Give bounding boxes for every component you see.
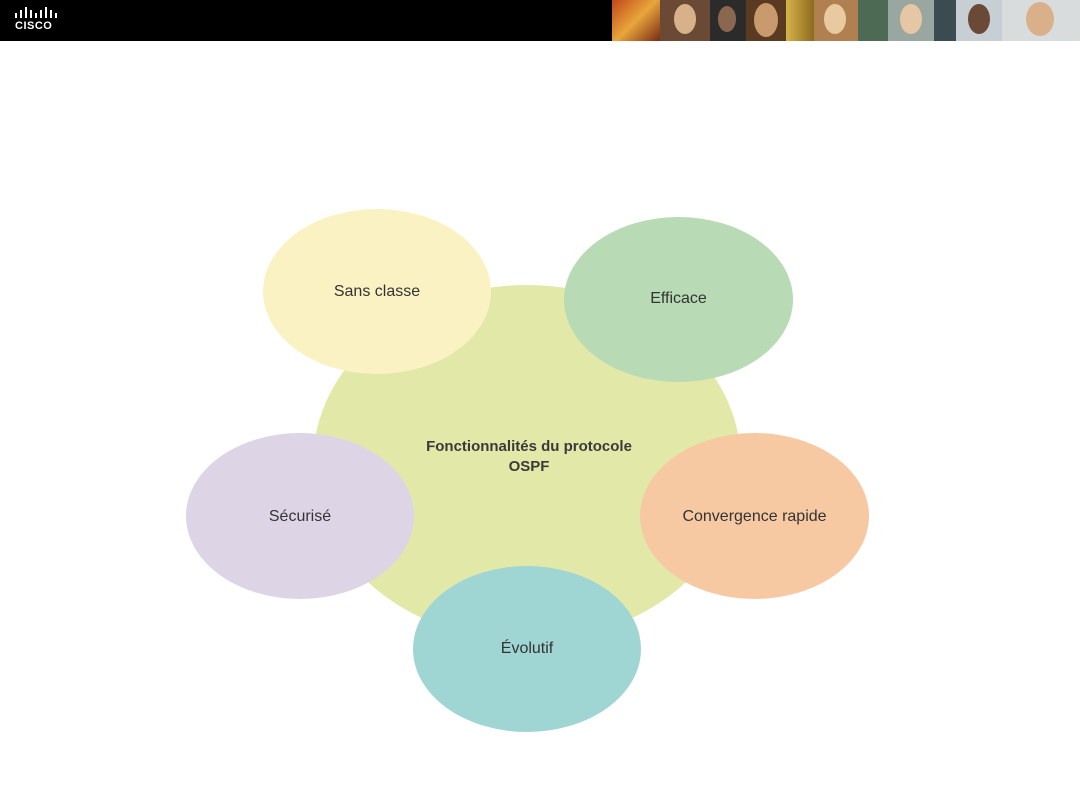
ospf-features-diagram: Fonctionnalités du protocole OSPF Sans c… (0, 0, 1080, 810)
node-label-convergence-rapide: Convergence rapide (682, 508, 827, 525)
node-label-efficace: Efficace (650, 290, 707, 307)
node-label-evolutif: Évolutif (500, 640, 554, 657)
node-label-securise: Sécurisé (268, 508, 332, 525)
center-label: Fonctionnalités du protocole OSPF (426, 438, 632, 475)
node-label-sans-classe: Sans classe (333, 283, 421, 300)
